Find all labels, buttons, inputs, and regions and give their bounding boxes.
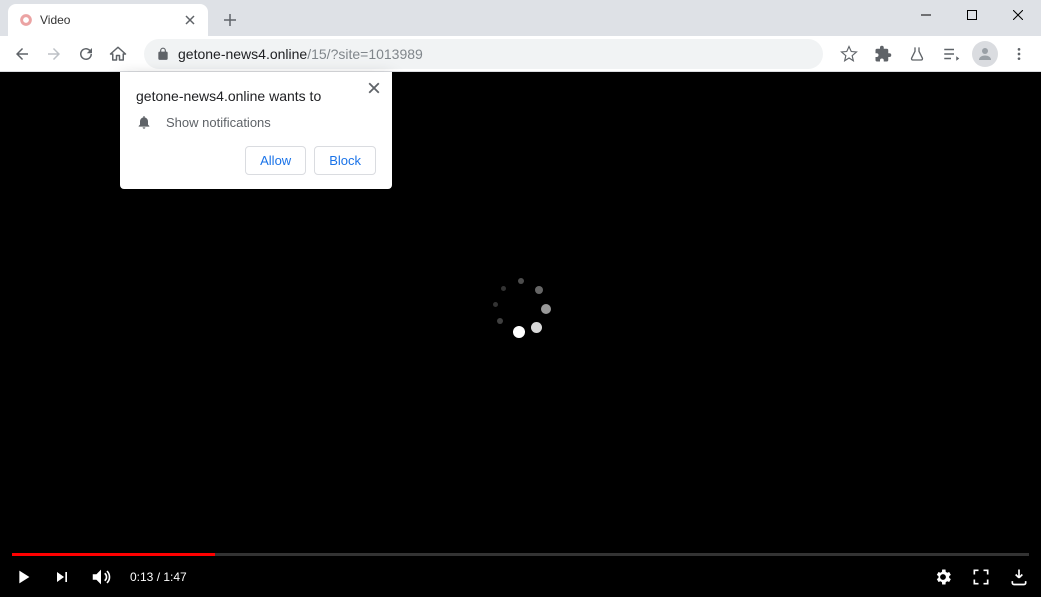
- block-button[interactable]: Block: [314, 146, 376, 175]
- back-button[interactable]: [8, 40, 36, 68]
- browser-menu-button[interactable]: [1005, 40, 1033, 68]
- time-display: 0:13 / 1:47: [130, 570, 187, 584]
- tab-title: Video: [40, 13, 176, 27]
- browser-titlebar: Video: [0, 0, 1041, 36]
- address-bar[interactable]: getone-news4.online/15/?site=1013989: [144, 39, 823, 69]
- window-maximize-button[interactable]: [949, 0, 995, 30]
- download-button[interactable]: [1009, 567, 1029, 587]
- url-path: /15/?site=1013989: [307, 46, 423, 62]
- new-tab-button[interactable]: [216, 6, 244, 34]
- allow-button[interactable]: Allow: [245, 146, 306, 175]
- labs-button[interactable]: [903, 40, 931, 68]
- profile-button[interactable]: [971, 40, 999, 68]
- video-controls: 0:13 / 1:47: [0, 556, 1041, 597]
- reload-button[interactable]: [72, 40, 100, 68]
- url-text: getone-news4.online/15/?site=1013989: [178, 46, 423, 62]
- permission-label: Show notifications: [166, 115, 271, 130]
- media-controls-button[interactable]: [937, 40, 965, 68]
- volume-button[interactable]: [90, 566, 112, 588]
- window-minimize-button[interactable]: [903, 0, 949, 30]
- popup-origin-text: getone-news4.online wants to: [136, 88, 376, 104]
- popup-close-button[interactable]: [364, 78, 384, 98]
- home-button[interactable]: [104, 40, 132, 68]
- settings-button[interactable]: [933, 567, 953, 587]
- browser-tab[interactable]: Video: [8, 4, 208, 36]
- url-host: getone-news4.online: [178, 46, 307, 62]
- duration: 1:47: [163, 570, 186, 584]
- avatar-icon: [972, 41, 998, 67]
- window-close-button[interactable]: [995, 0, 1041, 30]
- notification-permission-popup: getone-news4.online wants to Show notifi…: [120, 72, 392, 189]
- window-controls: [903, 0, 1041, 30]
- tab-favicon: [18, 12, 34, 28]
- lock-icon: [156, 47, 170, 61]
- browser-toolbar: getone-news4.online/15/?site=1013989: [0, 36, 1041, 72]
- current-time: 0:13: [130, 570, 153, 584]
- next-button[interactable]: [52, 567, 72, 587]
- fullscreen-button[interactable]: [971, 567, 991, 587]
- bookmark-star-button[interactable]: [835, 40, 863, 68]
- play-button[interactable]: [12, 566, 34, 588]
- bell-icon: [136, 114, 152, 130]
- tab-close-button[interactable]: [182, 12, 198, 28]
- loading-spinner-icon: [491, 278, 551, 338]
- extensions-button[interactable]: [869, 40, 897, 68]
- forward-button[interactable]: [40, 40, 68, 68]
